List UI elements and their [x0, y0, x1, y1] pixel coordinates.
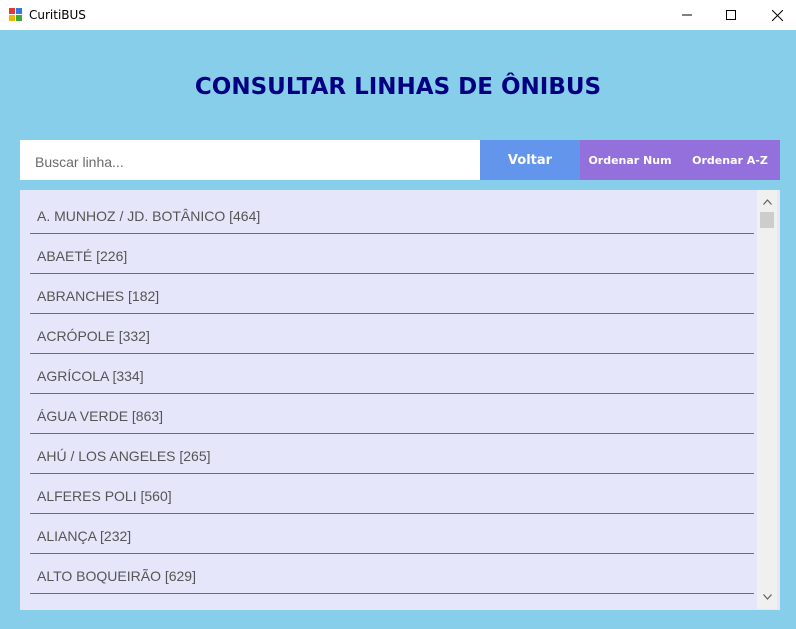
list-item-label: ACRÓPOLE [332]: [37, 328, 150, 344]
scroll-up-button[interactable]: [757, 193, 777, 211]
window-title: CuritiBUS: [29, 8, 86, 22]
scroll-down-button[interactable]: [757, 588, 777, 606]
list-item-label: ÁGUA VERDE [863]: [37, 408, 164, 424]
list-item-label: ALFERES POLI [560]: [37, 488, 172, 504]
list-item[interactable]: ALTO BOQUEIRÃO [629]: [30, 554, 754, 594]
sort-alpha-button[interactable]: Ordenar A-Z: [680, 140, 780, 180]
list-item-label: AGRÍCOLA [334]: [37, 368, 144, 384]
close-button[interactable]: [754, 0, 796, 30]
list-item-label: ALIANÇA [232]: [37, 528, 132, 544]
search-input[interactable]: [20, 140, 480, 180]
main-panel: CONSULTAR LINHAS DE ÔNIBUS Voltar Ordena…: [0, 30, 796, 629]
list-scrollbar[interactable]: [757, 190, 777, 609]
title-bar: CuritiBUS: [0, 0, 796, 30]
list-item[interactable]: ÁGUA VERDE [863]: [30, 394, 754, 434]
list-item[interactable]: ABRANCHES [182]: [30, 274, 754, 314]
list-item-label: ALTO BOQUEIRÃO [629]: [37, 568, 196, 584]
list-item-label: AHÚ / LOS ANGELES [265]: [37, 448, 211, 464]
app-icon: [9, 8, 23, 21]
scroll-thumb[interactable]: [760, 212, 774, 228]
list-item-label: ABRANCHES [182]: [37, 288, 160, 304]
bus-line-list[interactable]: A. MUNHOZ / JD. BOTÂNICO [464] ABAETÉ [2…: [20, 190, 780, 610]
maximize-icon: [726, 10, 736, 20]
list-item-label: ABAETÉ [226]: [37, 248, 128, 264]
chevron-down-icon: [762, 594, 772, 600]
list-item[interactable]: AHÚ / LOS ANGELES [265]: [30, 434, 754, 474]
list-item[interactable]: ABAETÉ [226]: [30, 234, 754, 274]
chevron-up-icon: [762, 199, 772, 205]
list-item[interactable]: A. MUNHOZ / JD. BOTÂNICO [464]: [30, 194, 754, 234]
maximize-button[interactable]: [708, 0, 754, 30]
page-title: CONSULTAR LINHAS DE ÔNIBUS: [194, 74, 602, 100]
back-button[interactable]: Voltar: [480, 140, 580, 180]
minimize-button[interactable]: [664, 0, 710, 30]
list-item[interactable]: AGRÍCOLA [334]: [30, 354, 754, 394]
list-item[interactable]: ALIANÇA [232]: [30, 514, 754, 554]
list-item[interactable]: ACRÓPOLE [332]: [30, 314, 754, 354]
close-icon: [771, 9, 783, 21]
list-item[interactable]: ALFERES POLI [560]: [30, 474, 754, 514]
minimize-icon: [682, 14, 692, 16]
list-item-label: A. MUNHOZ / JD. BOTÂNICO [464]: [37, 208, 261, 224]
sort-number-button[interactable]: Ordenar Num: [580, 140, 680, 180]
